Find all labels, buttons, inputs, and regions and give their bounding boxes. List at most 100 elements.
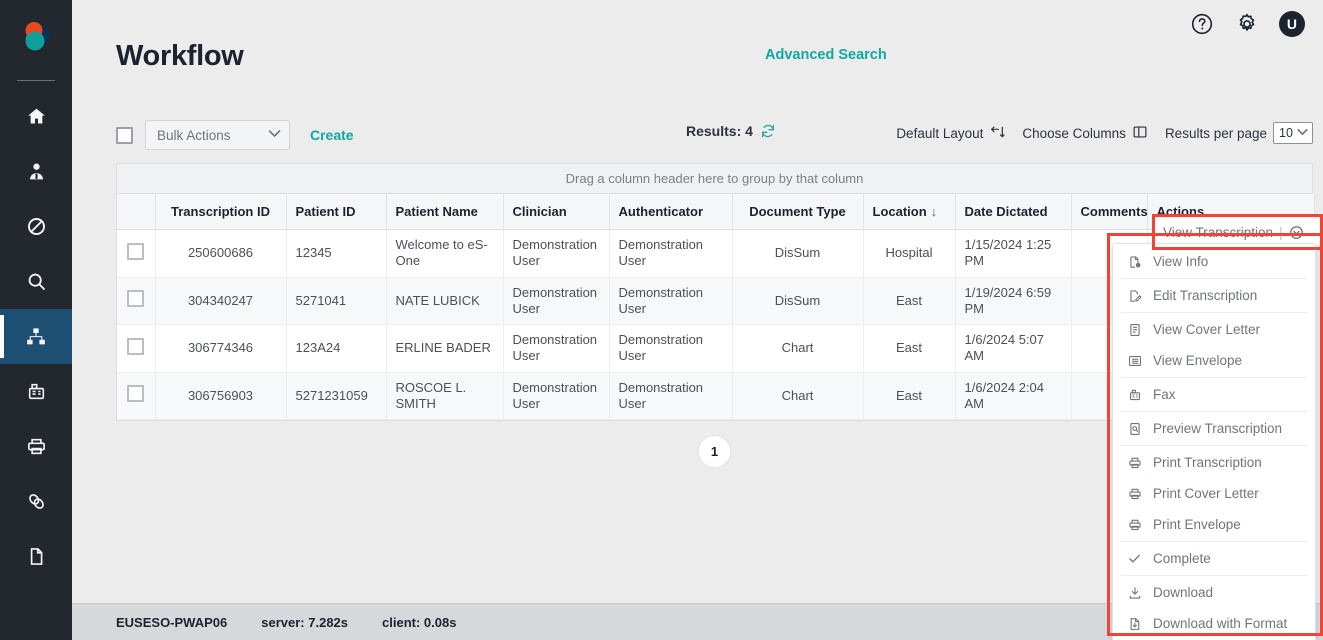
- results-per-page-select[interactable]: 10: [1273, 122, 1313, 144]
- sidebar-divider: [17, 80, 55, 81]
- printer-icon: [1127, 517, 1142, 532]
- cell-document-type: DisSum: [732, 277, 864, 325]
- sidebar-item-search[interactable]: [0, 254, 72, 309]
- cell-date-dictated: 1/19/2024 6:59 PM: [955, 277, 1072, 325]
- menu-separator: [1121, 377, 1307, 378]
- menu-item-print-envelope[interactable]: Print Envelope: [1113, 509, 1315, 540]
- cell-transcription-id: 304340247: [155, 277, 287, 325]
- sidebar-item-clinician[interactable]: [0, 144, 72, 199]
- menu-item-print-transcription[interactable]: Print Transcription: [1113, 447, 1315, 478]
- view-transcription-dropdown-trigger[interactable]: View Transcription |: [1155, 219, 1323, 245]
- results-per-page-label: Results per page: [1164, 125, 1267, 141]
- es-one-logo[interactable]: [14, 14, 58, 62]
- column-header-patient-id[interactable]: Patient ID: [286, 194, 387, 230]
- footer-client-time: client: 0.08s: [382, 614, 457, 630]
- page-button-1[interactable]: 1: [698, 435, 731, 468]
- sidebar-item-document[interactable]: [0, 529, 72, 584]
- menu-item-label: View Info: [1153, 254, 1209, 269]
- advanced-search-link[interactable]: Advanced Search: [765, 47, 887, 63]
- cell-location: Hospital: [863, 229, 956, 278]
- view-transcription-label: View Transcription: [1163, 224, 1274, 240]
- cell-patient-id: 5271231059: [286, 372, 387, 420]
- sidebar-item-no-entry[interactable]: [0, 199, 72, 254]
- select-all-checkbox[interactable]: [116, 126, 133, 144]
- menu-item-edit-transcription[interactable]: Edit Transcription: [1113, 280, 1315, 311]
- menu-item-view-envelope[interactable]: View Envelope: [1113, 345, 1315, 376]
- row-checkbox[interactable]: [127, 290, 145, 308]
- menu-item-complete[interactable]: Complete: [1113, 543, 1315, 574]
- menu-item-download-with-format[interactable]: Download with Format: [1113, 608, 1315, 639]
- refresh-icon[interactable]: [760, 123, 776, 139]
- top-icon-group: U: [1189, 11, 1305, 37]
- column-header-authenticator[interactable]: Authenticator: [609, 194, 733, 230]
- cell-clinician: Demonstration User: [503, 372, 610, 420]
- sidebar-item-fax[interactable]: [0, 364, 72, 419]
- menu-item-label: Print Transcription: [1153, 455, 1262, 470]
- default-layout-button[interactable]: Default Layout: [896, 124, 1006, 143]
- cell-patient-name: ROSCOE L. SMITH: [386, 372, 504, 420]
- column-header-transcription-id[interactable]: Transcription ID: [155, 194, 287, 230]
- cell-authenticator: Demonstration User: [609, 372, 733, 420]
- cell-patient-name: ERLINE BADER: [386, 324, 504, 373]
- column-header-patient-name[interactable]: Patient Name: [386, 194, 504, 230]
- cell-document-type: Chart: [732, 324, 864, 373]
- avatar[interactable]: U: [1279, 11, 1305, 37]
- check-icon: [1127, 551, 1142, 566]
- row-checkbox-cell: [117, 277, 156, 325]
- choose-columns-button[interactable]: Choose Columns: [1022, 124, 1148, 143]
- printer-icon: [1127, 455, 1142, 470]
- download-icon: [1127, 585, 1142, 600]
- column-header-document-type[interactable]: Document Type: [732, 194, 864, 230]
- file-text-icon: [1127, 322, 1142, 337]
- actions-dropdown-menu: View Info Edit Transcription View Cover …: [1112, 243, 1316, 640]
- title-row: Workflow Advanced Search: [72, 40, 1323, 88]
- cell-authenticator: Demonstration User: [609, 229, 733, 278]
- gear-icon[interactable]: [1234, 11, 1260, 37]
- column-header-location-label: Location: [872, 204, 927, 219]
- menu-item-download[interactable]: Download: [1113, 577, 1315, 608]
- cell-authenticator: Demonstration User: [609, 324, 733, 373]
- cell-transcription-id: 306774346: [155, 324, 287, 373]
- columns-icon: [1132, 124, 1148, 143]
- menu-item-label: Download with Format: [1153, 616, 1288, 631]
- fax-icon: [1127, 387, 1142, 402]
- bulk-actions-select[interactable]: Bulk Actions: [145, 120, 290, 150]
- group-by-dropzone[interactable]: Drag a column header here to group by th…: [117, 164, 1312, 194]
- menu-item-print-cover-letter[interactable]: Print Cover Letter: [1113, 478, 1315, 509]
- chevron-down-icon: [268, 129, 281, 141]
- create-button[interactable]: Create: [310, 127, 354, 143]
- menu-item-view-cover-letter[interactable]: View Cover Letter: [1113, 314, 1315, 345]
- sidebar: [0, 0, 72, 640]
- cell-date-dictated: 1/6/2024 5:07 AM: [955, 324, 1072, 373]
- help-circle-icon[interactable]: [1189, 11, 1215, 37]
- row-checkbox[interactable]: [127, 385, 145, 403]
- sidebar-item-workflow[interactable]: [0, 309, 72, 364]
- column-header-location[interactable]: Location ↓: [863, 194, 956, 230]
- sidebar-item-print[interactable]: [0, 419, 72, 474]
- sidebar-item-home[interactable]: [0, 89, 72, 144]
- row-checkbox[interactable]: [127, 242, 145, 260]
- bulk-actions-label: Bulk Actions: [157, 127, 231, 143]
- footer-server-name: EUSESO-PWAP06: [116, 614, 228, 630]
- cell-location: East: [863, 277, 956, 325]
- column-header-comments[interactable]: Comments: [1071, 194, 1148, 230]
- chevron-down-circle-icon[interactable]: [1289, 225, 1304, 240]
- menu-item-preview-transcription[interactable]: Preview Transcription: [1113, 413, 1315, 444]
- menu-item-fax[interactable]: Fax: [1113, 379, 1315, 410]
- menu-item-label: Fax: [1153, 387, 1176, 402]
- row-checkbox[interactable]: [127, 337, 145, 355]
- column-header-clinician[interactable]: Clinician: [503, 194, 610, 230]
- menu-item-view-info[interactable]: View Info: [1113, 246, 1315, 277]
- sort-descending-icon: ↓: [930, 204, 938, 219]
- cell-patient-name: NATE LUBICK: [386, 277, 504, 325]
- app-root: U Workflow Advanced Search Bulk Actions …: [0, 0, 1323, 640]
- cell-patient-name: Welcome to eS-One: [386, 229, 504, 278]
- footer-server-time: server: 7.282s: [261, 614, 349, 630]
- cell-clinician: Demonstration User: [503, 324, 610, 373]
- layout-reset-icon: [989, 124, 1006, 143]
- sidebar-item-link[interactable]: [0, 474, 72, 529]
- choose-columns-label: Choose Columns: [1022, 125, 1126, 141]
- column-header-date-dictated[interactable]: Date Dictated: [955, 194, 1072, 230]
- toolbar-left-group: Bulk Actions Create: [116, 116, 354, 154]
- table-header-row: Transcription ID Patient ID Patient Name…: [117, 194, 1315, 230]
